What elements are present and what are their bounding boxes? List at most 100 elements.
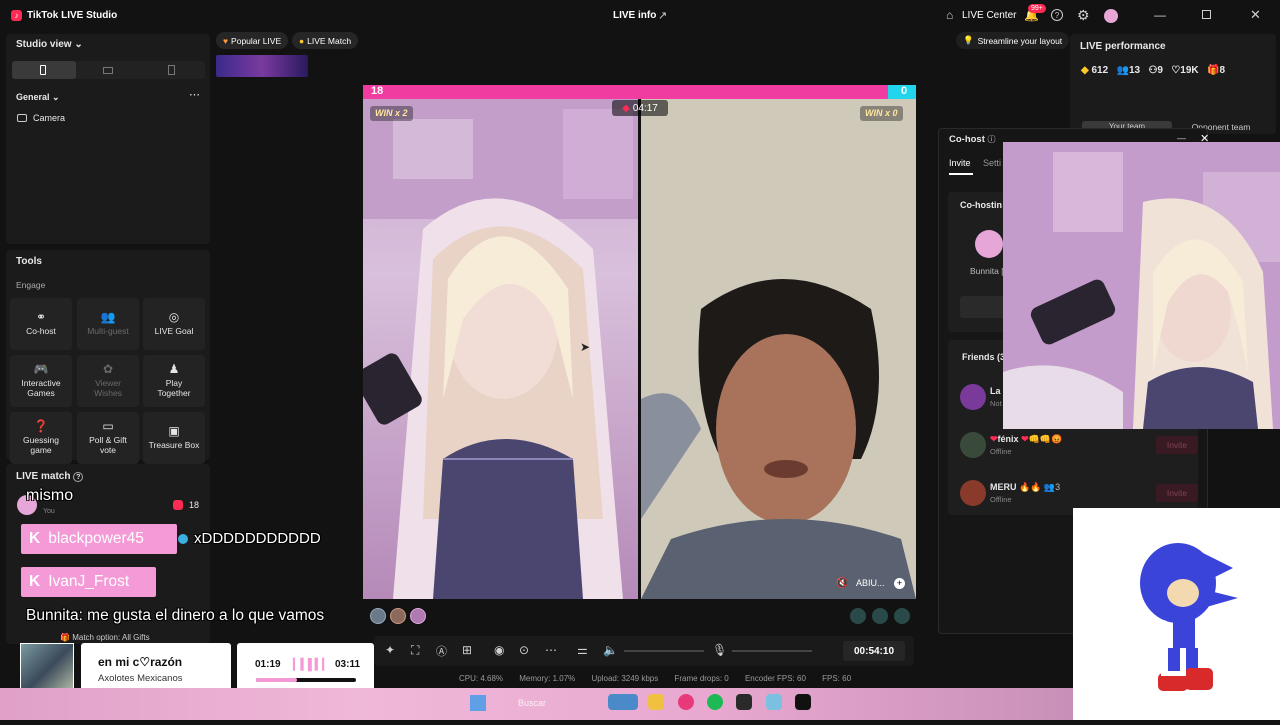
link-icon: ⚭ — [35, 310, 47, 324]
popular-live-chip[interactable]: ♥ Popular LIVE — [216, 32, 289, 49]
kick-icon: K — [29, 573, 41, 590]
tab-settings[interactable]: Setti — [983, 158, 1001, 168]
opponent-gifter-slot — [872, 608, 888, 624]
invite-button[interactable]: Invite — [1156, 436, 1198, 454]
live-duration: 00:54:10 — [843, 641, 905, 661]
mute-opponent-icon[interactable]: 🔇 — [836, 578, 848, 589]
ai-icon[interactable]: Ⓐ — [436, 643, 447, 659]
portrait-icon — [40, 65, 46, 75]
invite-button[interactable]: Invite — [1156, 484, 1198, 502]
promo-banner[interactable] — [216, 55, 308, 77]
scene-group-label[interactable]: General ⌄ — [16, 92, 60, 103]
gamepad-icon: 🎮 — [33, 362, 49, 376]
opponent-video — [641, 99, 916, 599]
tool-live-goal[interactable]: ◎ LIVE Goal — [143, 298, 205, 350]
microphone-icon[interactable]: 🎙 — [712, 643, 727, 657]
camera-preview-window[interactable] — [1003, 142, 1280, 429]
friend-avatar — [960, 480, 986, 506]
friend-row: MERU 🔥🔥 👥3 Offline Invite — [958, 478, 1198, 512]
tab-invite[interactable]: Invite — [949, 158, 971, 168]
opponent-gifter-slot — [894, 608, 910, 624]
frame-drops-stat: Frame drops: 0 — [674, 674, 729, 683]
live-performance-title: LIVE performance — [1080, 41, 1166, 52]
memory-stat: Memory: 1.07% — [519, 674, 576, 683]
opponent-gifter-slot — [850, 608, 866, 624]
settings-icon[interactable]: ⚙ — [1077, 7, 1090, 24]
live-info-title[interactable]: LIVE info — [613, 10, 656, 21]
match-score-icon — [173, 500, 183, 510]
status-bar: CPU: 4.68% Memory: 1.07% Upload: 3249 kb… — [459, 674, 865, 683]
add-source-icon[interactable]: ⊞ — [462, 643, 472, 657]
taskbar-search[interactable]: Buscar — [518, 698, 546, 708]
gifter-avatar — [370, 608, 386, 624]
streamline-layout-chip[interactable]: 💡 Streamline your layout — [956, 32, 1070, 49]
camera-source[interactable]: Camera — [33, 113, 65, 123]
help-icon[interactable]: ? — [1051, 9, 1063, 21]
preview-minimize-icon[interactable]: — — [1177, 133, 1186, 143]
tool-poll-gift-vote[interactable]: ▭ Poll & Gift vote — [77, 412, 139, 464]
tool-treasure-box[interactable]: ▣ Treasure Box — [143, 412, 205, 464]
song-elapsed: 01:19 — [255, 659, 281, 670]
start-icon[interactable] — [470, 695, 486, 711]
more-tools-icon[interactable]: ⋯ — [545, 643, 557, 657]
discord-icon[interactable] — [736, 694, 752, 710]
landscape-view-button[interactable] — [103, 67, 113, 74]
browser-icon[interactable] — [678, 694, 694, 710]
tool-interactive-games[interactable]: 🎮 Interactive Games — [10, 355, 72, 407]
add-opponent-icon[interactable]: + — [894, 578, 905, 589]
tool-multi-guest: 👥 Multi-guest — [77, 298, 139, 350]
app-icon[interactable] — [608, 694, 638, 710]
tool-co-host[interactable]: ⚭ Co-host — [10, 298, 72, 350]
dual-view-button[interactable] — [168, 65, 175, 75]
tool-play-together[interactable]: ♟ Play Together — [143, 355, 205, 407]
friend-avatar — [960, 384, 986, 410]
share-icon[interactable]: ↗ — [658, 9, 667, 22]
question-icon: ❓ — [33, 419, 49, 433]
replay-icon[interactable]: ⊙ — [519, 643, 529, 657]
minimize-icon[interactable]: — — [1154, 8, 1166, 22]
friend-name: MERU 🔥🔥 👥3 — [990, 482, 1061, 492]
camera-icon — [17, 114, 27, 122]
audio-mixer-icon[interactable]: ⚌ — [577, 643, 588, 657]
spotify-icon[interactable] — [707, 694, 723, 710]
tools-title: Tools — [16, 256, 42, 267]
restore-icon[interactable] — [1202, 10, 1211, 19]
match-timer: ◆ 04:17 — [612, 100, 668, 116]
kick-icon: K — [29, 530, 41, 547]
tiktok-taskbar-icon[interactable] — [795, 694, 811, 710]
tool-guessing-game[interactable]: ❓ Guessing game — [10, 412, 72, 464]
home-icon[interactable]: ⌂ — [946, 8, 953, 22]
effects-icon[interactable]: ✦ — [385, 643, 395, 657]
live-center-link[interactable]: LIVE Center — [962, 10, 1016, 21]
record-icon[interactable]: ◉ — [494, 643, 504, 657]
friend-name: ❤fénix ❤👊👊😡 — [990, 434, 1063, 444]
friend-status: Not — [990, 399, 1002, 408]
mic-volume-slider[interactable] — [732, 650, 812, 652]
help-icon: ⓘ — [987, 135, 996, 144]
screenshot-icon[interactable]: ⛶ — [411, 643, 419, 658]
friend-name: La — [990, 386, 1001, 396]
joystick-icon: ♟ — [168, 362, 180, 376]
studio-view-label[interactable]: Studio view ⌄ — [16, 39, 83, 50]
speaker-icon[interactable]: 🔈 — [603, 643, 618, 657]
speaker-volume-slider[interactable] — [624, 650, 704, 652]
host-avatar — [975, 230, 1003, 258]
close-icon[interactable]: ✕ — [1250, 7, 1261, 23]
song-total: 03:11 — [335, 659, 361, 670]
friends-title: Friends (3 — [962, 352, 1006, 362]
live-match-chip[interactable]: ● LIVE Match — [292, 32, 359, 49]
tiktok-logo-icon: ♪ — [11, 10, 22, 21]
chat-message: xDDDDDDDDDDD — [194, 530, 321, 547]
upload-stat: Upload: 3249 kbps — [591, 674, 659, 683]
preview-close-icon[interactable]: ✕ — [1200, 132, 1209, 145]
host-name: Bunnita [ — [970, 266, 1004, 276]
gifter-avatar — [390, 608, 406, 624]
folder-icon[interactable] — [648, 694, 664, 710]
avatar[interactable] — [1104, 9, 1118, 23]
app-icon[interactable] — [766, 694, 782, 710]
fps-stat: FPS: 60 — [822, 674, 852, 683]
sonic-sprite-icon — [1140, 543, 1238, 691]
more-icon[interactable]: ⋯ — [189, 88, 200, 101]
camera-preview-illustration — [1003, 142, 1280, 429]
opponent-tag[interactable]: ABIU... — [856, 578, 885, 588]
